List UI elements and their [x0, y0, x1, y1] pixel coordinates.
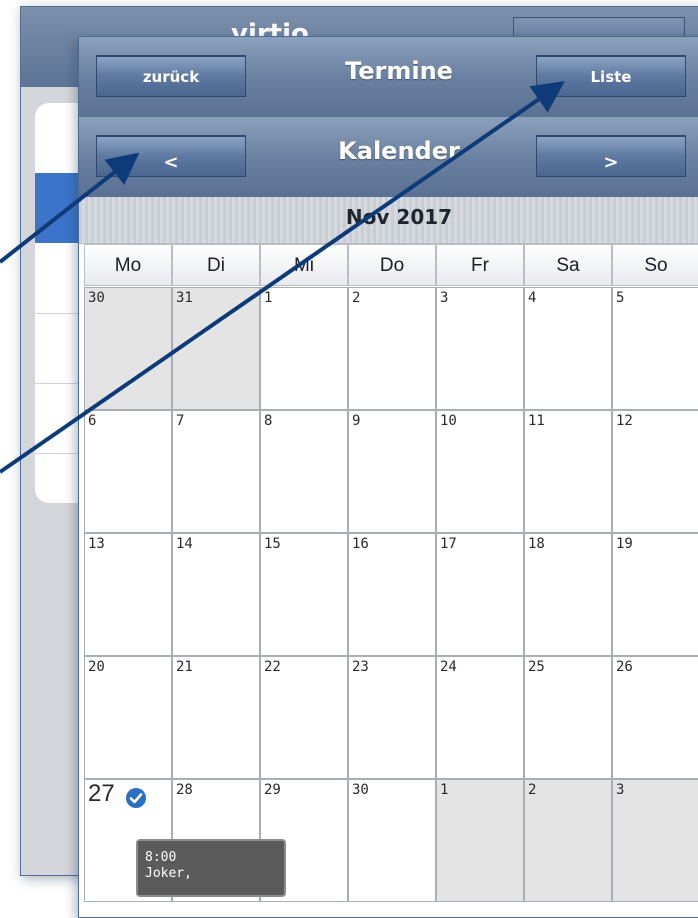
calendar-day-cell[interactable]: 6	[84, 410, 172, 533]
calendar-day-cell[interactable]: 25	[524, 656, 612, 779]
event-time: 8:00	[145, 850, 177, 865]
day-number: 3	[616, 782, 625, 798]
day-number: 21	[176, 659, 193, 675]
calendar-nav-bar: < Kalender >	[79, 117, 698, 198]
day-number: 16	[352, 536, 369, 552]
day-number: 5	[616, 290, 625, 306]
calendar-day-cell[interactable]: 30	[84, 287, 172, 410]
day-number: 3	[440, 290, 449, 306]
calendar-week: 30 31 1 2 3 4 5	[84, 287, 698, 410]
calendar-day-cell[interactable]: 1	[260, 287, 348, 410]
day-number: 13	[88, 536, 105, 552]
calendar-day-cell[interactable]: 1	[436, 779, 524, 902]
day-number: 31	[176, 290, 193, 306]
weekday-so: So	[612, 244, 698, 286]
calendar-grid: 30 31 1 2 3 4 5 6 7 8 9 10 11 12 13 14 1…	[84, 287, 698, 902]
day-number: 14	[176, 536, 193, 552]
calendar-day-cell[interactable]: 22	[260, 656, 348, 779]
calendar-event[interactable]: 8:00 Joker,	[136, 839, 286, 897]
day-number: 22	[264, 659, 281, 675]
calendar-day-cell[interactable]: 3	[436, 287, 524, 410]
calendar-day-cell[interactable]: 23	[348, 656, 436, 779]
calendar-day-cell[interactable]: 14	[172, 533, 260, 656]
day-number: 8	[264, 413, 273, 429]
calendar-day-cell[interactable]: 12	[612, 410, 698, 533]
weekday-di: Di	[172, 244, 260, 286]
day-number: 30	[352, 782, 369, 798]
calendar-day-cell[interactable]: 18	[524, 533, 612, 656]
top-toolbar: zurück Termine Liste	[79, 37, 698, 118]
calendar-day-cell[interactable]: 13	[84, 533, 172, 656]
weekday-mi: Mi	[260, 244, 348, 286]
day-number: 6	[88, 413, 97, 429]
day-number: 4	[528, 290, 537, 306]
calendar-day-cell[interactable]: 3	[612, 779, 698, 902]
calendar-day-cell[interactable]: 7	[172, 410, 260, 533]
day-number: 7	[176, 413, 185, 429]
day-number: 29	[264, 782, 281, 798]
day-number: 20	[88, 659, 105, 675]
day-number: 30	[88, 290, 105, 306]
day-number: 2	[352, 290, 361, 306]
list-view-button[interactable]: Liste	[536, 55, 686, 97]
day-number: 17	[440, 536, 457, 552]
day-number: 15	[264, 536, 281, 552]
weekday-header-row: Mo Di Mi Do Fr Sa So	[84, 244, 698, 286]
calendar-day-cell[interactable]: 4	[524, 287, 612, 410]
calendar-day-cell[interactable]: 21	[172, 656, 260, 779]
day-number: 10	[440, 413, 457, 429]
day-number: 12	[616, 413, 633, 429]
event-title: Joker,	[145, 866, 192, 881]
day-number-today: 27	[88, 780, 115, 807]
calendar-day-cell[interactable]: 5	[612, 287, 698, 410]
day-number: 1	[264, 290, 273, 306]
calendar-week: 13 14 15 16 17 18 19	[84, 533, 698, 656]
calendar-day-cell[interactable]: 2	[348, 287, 436, 410]
calendar-day-cell[interactable]: 17	[436, 533, 524, 656]
calendar-day-cell[interactable]: 31	[172, 287, 260, 410]
day-number: 9	[352, 413, 361, 429]
weekday-fr: Fr	[436, 244, 524, 286]
day-number: 24	[440, 659, 457, 675]
calendar-day-cell[interactable]: 9	[348, 410, 436, 533]
month-title: Nov 2017	[345, 205, 453, 229]
calendar-day-cell[interactable]: 24	[436, 656, 524, 779]
day-number: 1	[440, 782, 449, 798]
month-header: Nov 2017	[79, 197, 698, 244]
calendar-day-cell[interactable]: 26	[612, 656, 698, 779]
day-number: 23	[352, 659, 369, 675]
calendar-day-cell[interactable]: 11	[524, 410, 612, 533]
calendar-day-cell-today[interactable]: 27 8:00 Joker,	[84, 779, 286, 902]
weekday-do: Do	[348, 244, 436, 286]
calendar-day-cell[interactable]: 30	[348, 779, 436, 902]
calendar-day-cell[interactable]: 2	[524, 779, 612, 902]
calendar-day-cell[interactable]: 19	[612, 533, 698, 656]
calendar-day-cell[interactable]: 20	[84, 656, 172, 779]
day-number: 18	[528, 536, 545, 552]
calendar-day-cell[interactable]: 10	[436, 410, 524, 533]
day-number: 2	[528, 782, 537, 798]
calendar-week: 20 21 22 23 24 25 26	[84, 656, 698, 779]
calendar-day-cell[interactable]: 8	[260, 410, 348, 533]
calendar-week: 6 7 8 9 10 11 12	[84, 410, 698, 533]
weekday-sa: Sa	[524, 244, 612, 286]
check-circle-icon	[126, 788, 146, 808]
calendar-day-cell[interactable]: 16	[348, 533, 436, 656]
calendar-day-cell[interactable]: 15	[260, 533, 348, 656]
calendar-week: 27 8:00 Joker, 28 29 30 1 2 3	[84, 779, 698, 902]
next-month-button[interactable]: >	[536, 135, 686, 177]
day-number: 25	[528, 659, 545, 675]
day-number: 26	[616, 659, 633, 675]
day-number: 19	[616, 536, 633, 552]
day-number: 11	[528, 413, 545, 429]
day-number: 28	[176, 782, 193, 798]
weekday-mo: Mo	[84, 244, 172, 286]
